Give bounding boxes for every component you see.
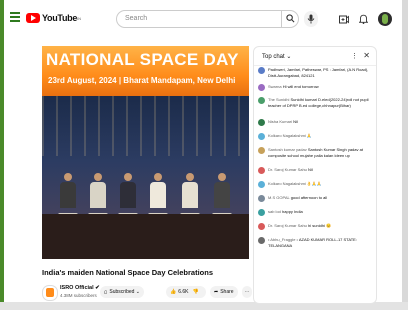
bell-icon [104, 290, 108, 294]
search-button[interactable] [281, 10, 299, 28]
youtube-play-icon [26, 13, 40, 23]
logo-text: YouTube [42, 13, 78, 23]
like-count: 6.6K [178, 289, 189, 295]
chat-text: Nil [293, 119, 298, 124]
share-label: Share [220, 289, 234, 295]
youtube-logo[interactable]: YouTube IN [26, 11, 81, 25]
chat-author: Santosh kumar yadav [268, 147, 307, 152]
chat-author: The Sunidhi [268, 97, 290, 102]
right-border [402, 0, 408, 310]
chat-text: Hi will end tomorrow [282, 84, 319, 89]
chat-author: Nisha Kumari [268, 119, 293, 124]
chat-author-avatar [258, 237, 265, 244]
chat-text: hi sunidhi 😊 [308, 223, 332, 228]
subscriber-count: 4.38M subscribers [60, 293, 97, 298]
chat-messages: Padhweri, Jamfari, Patheswar, PS : Jamfa… [254, 67, 376, 303]
create-icon[interactable] [339, 15, 349, 24]
share-icon: ➦ [214, 289, 219, 295]
chat-text: good afternoon to all [290, 195, 328, 200]
chat-author: sab lod [268, 209, 281, 214]
chat-author-avatar [258, 209, 265, 216]
chat-author-avatar [258, 119, 265, 126]
chat-author-avatar [258, 133, 265, 140]
video-player[interactable]: National Space Day 23rd August, 2024 | B… [42, 46, 249, 259]
share-button[interactable]: ➦ Share [210, 286, 238, 298]
voice-search-button[interactable] [304, 11, 318, 27]
chat-text: 🙏 [306, 133, 312, 138]
chat-author: M.S GOPAL [268, 195, 290, 200]
chat-author: Kolkaro Nagalakshmi [268, 133, 306, 138]
chat-text: happy India [282, 209, 303, 214]
dislike-icon[interactable]: 👎 [193, 289, 199, 295]
more-actions-button[interactable]: ⋯ [242, 286, 252, 298]
live-chat-panel: Top chat ⌄ ⋮ ✕ Padhweri, Jamfari, Pathes… [253, 46, 377, 304]
like-icon[interactable]: 👍 [170, 289, 176, 295]
chat-author-avatar [258, 167, 265, 174]
chat-author-avatar [258, 223, 265, 230]
video-banner: National Space Day 23rd August, 2024 | B… [42, 46, 249, 96]
banner-title: National Space Day [46, 50, 239, 69]
search-input[interactable]: Search [116, 10, 299, 28]
channel-row: ISRO Official ✔ 4.38M subscribers Subscr… [42, 284, 252, 304]
chat-author: Dr. Saroj Kumar Sahu [268, 223, 307, 228]
chat-close-icon[interactable]: ✕ [363, 51, 370, 60]
top-bar: YouTube IN Search [6, 4, 402, 34]
hamburger-menu-icon[interactable] [10, 12, 20, 22]
chat-author-avatar [258, 84, 265, 91]
chat-text: Nil [308, 167, 313, 172]
chat-author: • Abhu_Fraggle • [268, 237, 298, 242]
chat-author: Swarna [268, 84, 282, 89]
subscribed-label: Subscribed ⌄ [109, 289, 140, 295]
chat-author-avatar [258, 147, 265, 154]
chat-author: Dr. Saroj Kumar Sahu [268, 167, 307, 172]
notifications-bell-icon[interactable] [359, 14, 368, 24]
subscribed-button[interactable]: Subscribed ⌄ [100, 286, 144, 298]
channel-name[interactable]: ISRO Official ✔ [60, 285, 100, 291]
left-border [0, 0, 4, 310]
chat-author-avatar [258, 97, 265, 104]
chat-author-avatar [258, 195, 265, 202]
logo-region: IN [77, 15, 82, 21]
chat-header: Top chat ⌄ ⋮ ✕ [254, 47, 376, 66]
top-chat-dropdown[interactable]: Top chat ⌄ [262, 53, 291, 60]
chat-author: Kolkaro Nagalakshmi [268, 181, 306, 186]
video-title: India's maiden National Space Day Celebr… [42, 268, 214, 277]
channel-avatar[interactable] [42, 285, 58, 301]
user-avatar[interactable] [378, 12, 392, 26]
chat-text: 👌🙏🙏 [306, 181, 322, 186]
chat-author-avatar [258, 181, 265, 188]
chat-author-avatar [258, 67, 265, 74]
video-frame-stage [42, 96, 249, 259]
search-icon [286, 14, 295, 23]
microphone-icon [307, 14, 315, 24]
banner-subtitle: 23rd August, 2024 | Bharat Mandapam, New… [48, 76, 236, 85]
like-dislike-control[interactable]: 👍 6.6K 👎 [166, 286, 206, 298]
chat-menu-icon[interactable]: ⋮ [351, 52, 358, 60]
chat-text: Padhweri, Jamfari, Patheswar, PS : Jamfa… [268, 67, 369, 78]
